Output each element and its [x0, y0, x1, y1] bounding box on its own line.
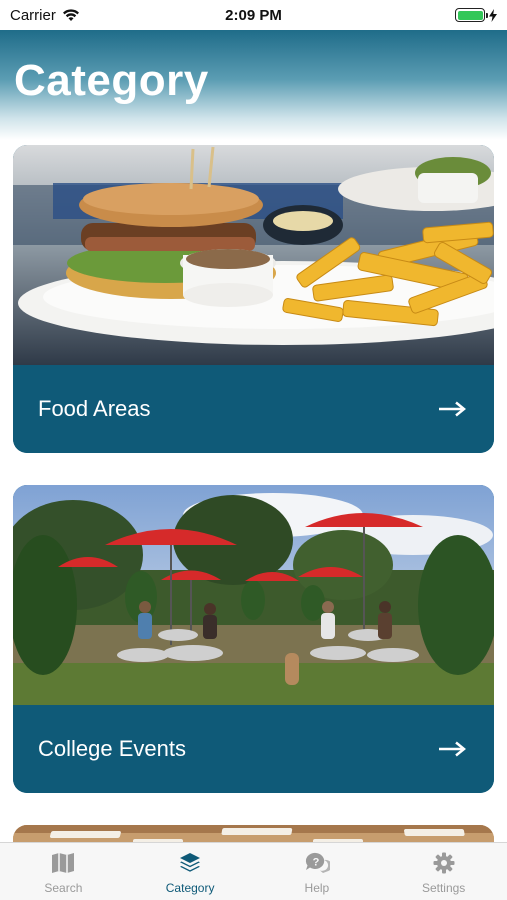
tab-label: Search	[44, 881, 83, 895]
arrow-right-icon	[439, 741, 466, 757]
help-bubble-icon: ?	[305, 852, 330, 873]
arrow-right-icon	[439, 401, 466, 417]
carrier-group: Carrier	[10, 7, 80, 24]
svg-text:?: ?	[313, 857, 320, 869]
map-icon	[52, 853, 75, 873]
status-bar: Carrier 2:09 PM	[0, 0, 507, 30]
header: Category	[0, 30, 507, 140]
tab-label: Settings	[421, 881, 466, 895]
category-card-college-events[interactable]: College Events	[13, 485, 494, 793]
tab-label: Help	[304, 881, 330, 895]
tab-bar: Search Category ? Help Settings	[0, 842, 507, 900]
tab-help[interactable]: ? Help	[254, 843, 381, 900]
gear-icon	[433, 852, 455, 874]
tab-settings[interactable]: Settings	[380, 843, 507, 900]
wifi-icon	[62, 9, 79, 21]
layers-icon	[180, 853, 201, 872]
battery-group	[455, 8, 497, 22]
card-footer: Food Areas	[13, 365, 494, 453]
carrier-label: Carrier	[10, 6, 56, 24]
battery-level	[457, 10, 483, 20]
battery-icon	[455, 8, 488, 22]
charging-bolt-icon	[489, 8, 497, 22]
card-label: College Events	[38, 736, 186, 761]
burger-and-fries-photo	[13, 145, 494, 365]
tab-category[interactable]: Category	[127, 843, 254, 900]
page-title: Category	[14, 56, 209, 105]
outdoor-patio-with-red-umbrellas-photo	[13, 485, 494, 705]
card-label: Food Areas	[38, 396, 151, 421]
card-footer: College Events	[13, 705, 494, 793]
category-card-food-areas[interactable]: Food Areas	[13, 145, 494, 453]
tab-label: Category	[165, 881, 215, 895]
tab-search[interactable]: Search	[0, 843, 127, 900]
